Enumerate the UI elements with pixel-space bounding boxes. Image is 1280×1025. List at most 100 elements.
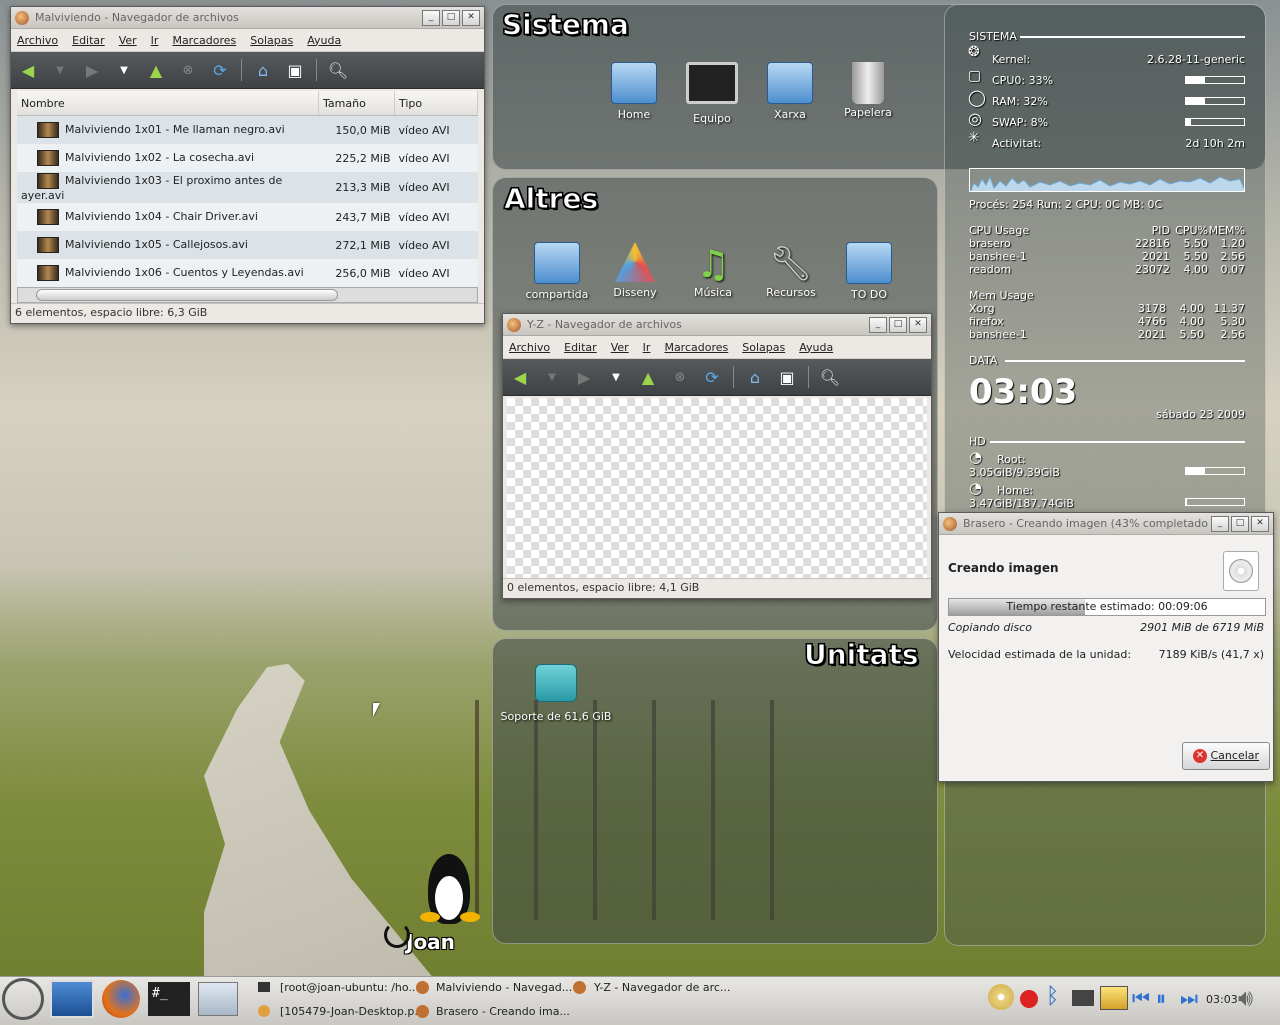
pause-icon[interactable]: ⏸ bbox=[1156, 986, 1166, 1010]
file-manager-window-malviviendo[interactable]: Malviviendo - Navegador de archivos _ □ … bbox=[10, 6, 485, 324]
task-button-yz[interactable]: Y-Z - Navegador de arc... bbox=[594, 981, 730, 994]
menu-ayuda[interactable]: Ayuda bbox=[799, 341, 833, 354]
search-icon[interactable]: 🔍︎ bbox=[327, 59, 349, 81]
maximize-button[interactable]: □ bbox=[889, 316, 907, 333]
table-row[interactable]: Malviviendo 1x03 - El proximo antes de a… bbox=[17, 172, 478, 203]
display-tray-icon[interactable] bbox=[1100, 986, 1128, 1010]
desktop-icon-drive[interactable]: Soporte de 61,6 GiB bbox=[500, 664, 612, 723]
firefox-icon[interactable] bbox=[102, 980, 140, 1018]
window-titlebar[interactable]: Brasero - Creando imagen (43% completado… bbox=[939, 513, 1273, 535]
task-button-malviviendo[interactable]: Malviviendo - Navegad... bbox=[436, 981, 572, 994]
menu-solapas[interactable]: Solapas bbox=[250, 34, 293, 47]
desktop-icon-disseny[interactable]: Disseny bbox=[600, 242, 670, 299]
column-name[interactable]: Nombre bbox=[17, 91, 319, 116]
search-icon[interactable]: 🔍︎ bbox=[819, 366, 841, 388]
brasero-window[interactable]: Brasero - Creando imagen (43% completado… bbox=[938, 512, 1274, 782]
minimize-button[interactable]: _ bbox=[869, 316, 887, 333]
window-title: Y-Z - Navegador de archivos bbox=[527, 318, 682, 331]
task-button-brasero[interactable]: Brasero - Creando ima... bbox=[436, 1005, 570, 1018]
menu-ir[interactable]: Ir bbox=[151, 34, 159, 47]
table-row[interactable]: Malviviendo 1x01 - Me llaman negro.avi 1… bbox=[17, 115, 478, 144]
up-icon[interactable]: ▲ bbox=[145, 59, 167, 81]
desktop-icon-compartida[interactable]: compartida bbox=[522, 242, 592, 301]
menu-editar[interactable]: Editar bbox=[72, 34, 105, 47]
computer-icon[interactable]: ▣ bbox=[284, 59, 306, 81]
menu-ayuda[interactable]: Ayuda bbox=[307, 34, 341, 47]
reload-icon[interactable]: ⟳ bbox=[701, 366, 723, 388]
menu-ir[interactable]: Ir bbox=[643, 341, 651, 354]
menu-archivo[interactable]: Archivo bbox=[509, 341, 550, 354]
window-titlebar[interactable]: Malviviendo - Navegador de archivos _ □ … bbox=[11, 7, 484, 29]
task-button-terminal[interactable]: [root@joan-ubuntu: /ho... bbox=[280, 981, 419, 994]
close-button[interactable]: ✕ bbox=[1251, 515, 1269, 532]
desktop-icon-equipo[interactable]: Equipo bbox=[677, 62, 747, 125]
menu-ver[interactable]: Ver bbox=[119, 34, 137, 47]
home-icon[interactable]: ⌂ bbox=[744, 366, 766, 388]
computer-icon[interactable]: ▣ bbox=[776, 366, 798, 388]
next-track-icon[interactable]: ⏭ bbox=[1180, 986, 1198, 1010]
menu-ver[interactable]: Ver bbox=[611, 341, 629, 354]
forward-icon[interactable]: ▶ bbox=[573, 366, 595, 388]
back-icon[interactable]: ◀ bbox=[509, 366, 531, 388]
copy-label: Copiando disco bbox=[948, 621, 1032, 634]
column-size[interactable]: Tamaño bbox=[318, 91, 395, 116]
network-tray-icon[interactable] bbox=[1072, 990, 1094, 1006]
chevron-down-icon[interactable]: ▼ bbox=[113, 59, 135, 81]
chevron-down-icon[interactable]: ▼ bbox=[605, 366, 627, 388]
toolbar-separator bbox=[808, 366, 809, 388]
stop-icon[interactable]: ⊗ bbox=[177, 59, 199, 81]
maximize-button[interactable]: □ bbox=[442, 9, 460, 26]
workspace-switcher-icon[interactable] bbox=[198, 982, 238, 1016]
up-icon[interactable]: ▲ bbox=[637, 366, 659, 388]
desktop-icon-papelera[interactable]: Papelera bbox=[833, 62, 903, 119]
maximize-button[interactable]: □ bbox=[1231, 515, 1249, 532]
table-row[interactable]: Malviviendo 1x06 - Cuentos y Leyendas.av… bbox=[17, 259, 478, 287]
empty-file-view[interactable] bbox=[507, 398, 927, 578]
no-entry-tray-icon[interactable] bbox=[1020, 990, 1038, 1008]
menu-button-icon[interactable] bbox=[2, 978, 44, 1020]
stop-icon[interactable]: ⊗ bbox=[669, 366, 691, 388]
table-row[interactable]: Malviviendo 1x05 - Callejosos.avi 272,1 … bbox=[17, 231, 478, 259]
chevron-down-icon[interactable]: ▼ bbox=[541, 366, 563, 388]
file-manager-window-yz[interactable]: Y-Z - Navegador de archivos _ □ ✕ Archiv… bbox=[502, 313, 932, 599]
desktop-icon-xarxa[interactable]: Xarxa bbox=[755, 62, 825, 121]
home-icon[interactable]: ⌂ bbox=[252, 59, 274, 81]
file-name: Malviviendo 1x05 - Callejosos.avi bbox=[65, 238, 248, 251]
back-icon[interactable]: ◀ bbox=[17, 59, 39, 81]
bluetooth-tray-icon[interactable]: ᛒ bbox=[1046, 984, 1059, 1009]
horizontal-scrollbar[interactable] bbox=[17, 287, 478, 303]
window-titlebar[interactable]: Y-Z - Navegador de archivos _ □ ✕ bbox=[503, 314, 931, 336]
desktop-icon-home[interactable]: Home bbox=[599, 62, 669, 121]
desktop-icon-recursos[interactable]: 🔧︎ Recursos bbox=[756, 242, 826, 299]
terminal-icon[interactable]: #_ bbox=[148, 982, 190, 1016]
forward-icon[interactable]: ▶ bbox=[81, 59, 103, 81]
desktop-icon-todo[interactable]: TO DO bbox=[834, 242, 904, 301]
reload-icon[interactable]: ⟳ bbox=[209, 59, 231, 81]
minimize-button[interactable]: _ bbox=[422, 9, 440, 26]
menu-marcadores[interactable]: Marcadores bbox=[172, 34, 236, 47]
show-desktop-icon[interactable] bbox=[50, 980, 94, 1018]
close-button[interactable]: ✕ bbox=[462, 9, 480, 26]
menu-solapas[interactable]: Solapas bbox=[742, 341, 785, 354]
table-row[interactable]: Malviviendo 1x04 - Chair Driver.avi 243,… bbox=[17, 203, 478, 231]
file-name: Malviviendo 1x02 - La cosecha.avi bbox=[65, 151, 255, 164]
scrollbar-thumb[interactable] bbox=[36, 289, 338, 301]
table-row[interactable]: Malviviendo 1x02 - La cosecha.avi 225,2 … bbox=[17, 144, 478, 172]
minimize-button[interactable]: _ bbox=[1211, 515, 1229, 532]
chevron-down-icon[interactable]: ▼ bbox=[49, 59, 71, 81]
task-button-image[interactable]: [105479-Joan-Desktop.p... bbox=[280, 1005, 425, 1018]
mouse-cursor bbox=[373, 703, 380, 717]
menu-archivo[interactable]: Archivo bbox=[17, 34, 58, 47]
cd-tray-icon[interactable] bbox=[988, 984, 1014, 1010]
close-button[interactable]: ✕ bbox=[909, 316, 927, 333]
menu-marcadores[interactable]: Marcadores bbox=[664, 341, 728, 354]
network-folder-icon bbox=[767, 62, 813, 104]
column-type[interactable]: Tipo bbox=[394, 91, 478, 116]
cancel-button[interactable]: ✕ Cancelar bbox=[1182, 742, 1271, 770]
taskbar-clock[interactable]: 03:03 bbox=[1206, 993, 1238, 1006]
mem-usage-header: Mem Usage bbox=[969, 289, 1034, 302]
previous-track-icon[interactable]: ⏮ bbox=[1132, 986, 1150, 1010]
menu-editar[interactable]: Editar bbox=[564, 341, 597, 354]
desktop-icon-musica[interactable]: ♫ Música bbox=[678, 242, 748, 299]
volume-icon[interactable]: 🔊︎ bbox=[1238, 984, 1253, 1012]
